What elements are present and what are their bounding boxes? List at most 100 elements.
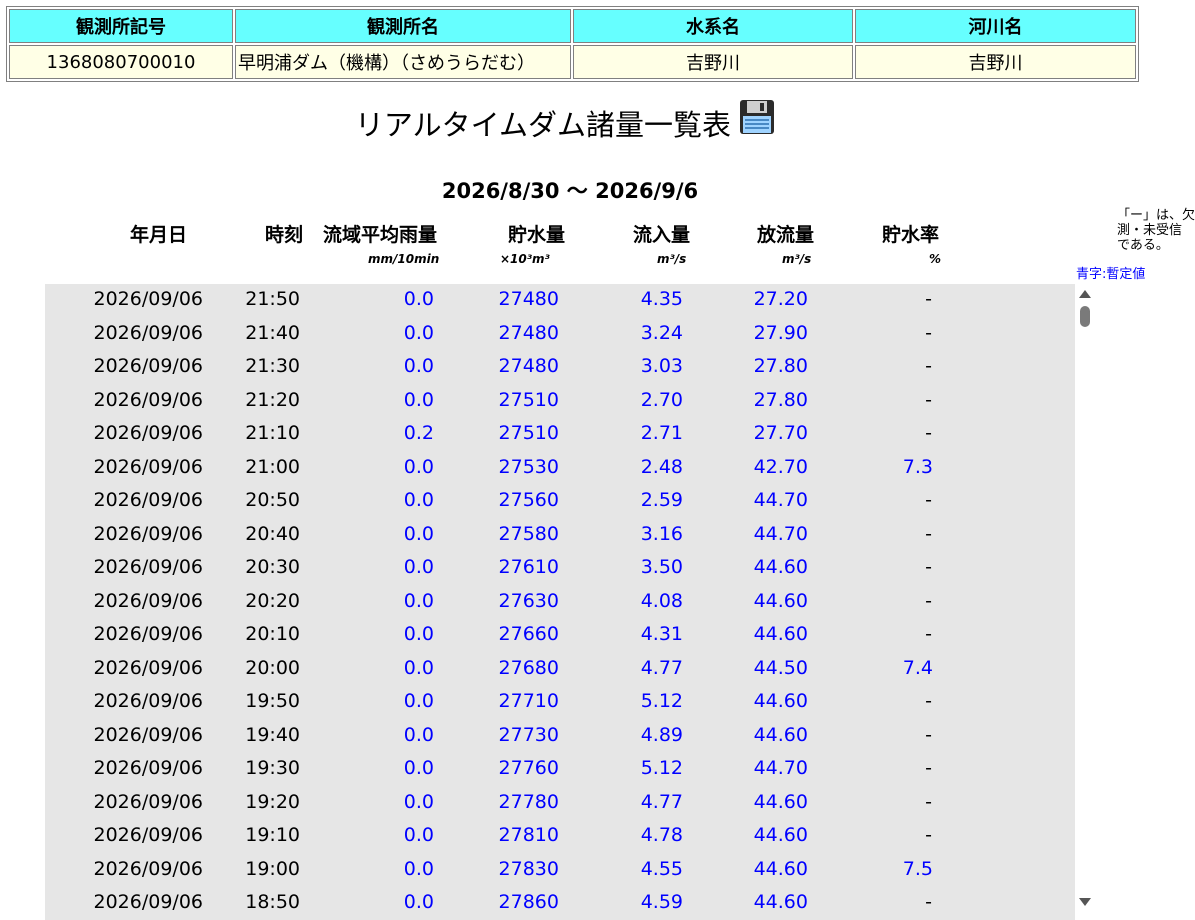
row-storage: 27760 — [498, 757, 559, 779]
row-rain: 0.0 — [403, 321, 434, 344]
row-inflow: 4.78 — [640, 824, 683, 846]
row-rate: - — [925, 891, 932, 913]
row-rate: 7.5 — [902, 857, 933, 880]
page: 観測所記号 観測所名 水系名 河川名 1368080700010 早明浦ダム（機… — [0, 0, 1195, 920]
table-row: 2026/09/06 21:30 0.0 27480 3.03 27.80 - — [45, 351, 1075, 385]
row-inflow: 3.24 — [640, 321, 683, 344]
table-row: 2026/09/06 20:30 0.0 27610 3.50 44.60 - — [45, 552, 1075, 586]
row-rate: - — [925, 321, 932, 344]
row-rain: 0.0 — [403, 690, 434, 712]
table-row: 2026/09/06 18:50 0.0 27860 4.59 44.60 - — [45, 887, 1075, 920]
row-rate: - — [925, 589, 932, 612]
row-rate: 7.3 — [902, 455, 933, 478]
table-row: 2026/09/06 20:40 0.0 27580 3.16 44.70 - — [45, 519, 1075, 553]
row-outflow: 44.70 — [753, 489, 808, 511]
row-rain: 0.0 — [403, 891, 434, 913]
col-header-time: 時刻 — [265, 224, 304, 246]
row-time: 20:30 — [245, 556, 300, 578]
row-time: 18:50 — [245, 891, 300, 913]
table-row: 2026/09/06 20:20 0.0 27630 4.08 44.60 - — [45, 586, 1075, 620]
row-inflow: 4.55 — [640, 857, 683, 880]
data-table[interactable]: 2026/09/06 21:50 0.0 27480 4.35 27.20-2026/09… — [45, 284, 1075, 920]
table-row: 2026/09/06 20:00 0.0 27680 4.77 44.50 7.4 — [45, 653, 1075, 687]
row-inflow: 4.35 — [640, 288, 683, 310]
period-range: 2026/8/30 〜 2026/9/6 — [441, 179, 699, 203]
row-time: 19:10 — [245, 824, 300, 846]
row-date: 2026/09/06 — [93, 656, 203, 679]
water-system: 吉野川 — [573, 45, 853, 79]
data-scrollbar[interactable] — [1075, 284, 1095, 920]
header-station-name: 観測所名 — [235, 9, 571, 43]
row-rate: - — [925, 556, 932, 578]
row-storage: 27560 — [498, 489, 559, 511]
row-time: 19:30 — [245, 757, 300, 779]
row-date: 2026/09/06 — [93, 790, 203, 813]
col-header-date: 年月日 — [130, 224, 188, 246]
row-rain: 0.0 — [403, 790, 434, 813]
header-water-system: 水系名 — [573, 9, 853, 43]
row-rate: - — [925, 489, 932, 511]
row-outflow: 27.80 — [753, 388, 808, 411]
row-storage: 27480 — [498, 321, 559, 344]
row-storage: 27710 — [498, 690, 559, 712]
table-row: 2026/09/06 21:40 0.0 27480 3.24 27.90 - — [45, 318, 1075, 352]
row-storage: 27810 — [498, 824, 559, 846]
row-outflow: 44.60 — [753, 589, 808, 612]
row-time: 21:50 — [245, 288, 300, 310]
station-info-table: 観測所記号 観測所名 水系名 河川名 1368080700010 早明浦ダム（機… — [6, 6, 1139, 82]
row-date: 2026/09/06 — [93, 757, 203, 779]
col-header-rain: 流域平均雨量 — [323, 224, 438, 246]
table-row: 2026/09/06 19:30 0.0 27760 5.12 44.70 - — [45, 753, 1075, 787]
row-outflow: 44.60 — [753, 690, 808, 712]
row-rain: 0.0 — [403, 388, 434, 411]
scroll-thumb[interactable] — [1080, 306, 1090, 327]
row-date: 2026/09/06 — [93, 589, 203, 612]
table-row: 2026/09/06 19:20 0.0 27780 4.77 44.60 - — [45, 787, 1075, 821]
save-disk-icon[interactable] — [739, 99, 775, 135]
table-row: 2026/09/06 19:40 0.0 27730 4.89 44.60 - — [45, 720, 1075, 754]
unit-storage: ×10³m³ — [500, 252, 550, 266]
note-line-2: 測・未受信 — [1117, 223, 1183, 238]
row-rain: 0.0 — [403, 556, 434, 578]
row-rate: - — [925, 522, 932, 545]
table-row: 2026/09/06 19:50 0.0 27710 5.12 44.60 - — [45, 686, 1075, 720]
row-outflow: 44.60 — [753, 623, 808, 645]
row-storage: 27510 — [498, 422, 559, 444]
header-river-name: 河川名 — [855, 9, 1136, 43]
scroll-down-arrow-icon[interactable] — [1079, 898, 1091, 906]
row-rate: - — [925, 355, 932, 377]
table-row: 2026/09/06 19:10 0.0 27810 4.78 44.60 - — [45, 820, 1075, 854]
row-date: 2026/09/06 — [93, 556, 203, 578]
row-time: 20:20 — [245, 589, 300, 612]
row-rain: 0.0 — [403, 757, 434, 779]
table-row: 2026/09/06 21:50 0.0 27480 4.35 27.20 - — [45, 284, 1075, 318]
row-rain: 0.0 — [403, 455, 434, 478]
scroll-up-arrow-icon[interactable] — [1079, 290, 1091, 298]
row-inflow: 4.77 — [640, 790, 683, 813]
row-time: 20:10 — [245, 623, 300, 645]
row-rain: 0.0 — [403, 288, 434, 310]
row-rain: 0.0 — [403, 355, 434, 377]
row-date: 2026/09/06 — [93, 522, 203, 545]
row-rate: - — [925, 757, 932, 779]
row-inflow: 2.71 — [640, 422, 683, 444]
row-outflow: 44.70 — [753, 757, 808, 779]
table-row: 2026/09/06 19:00 0.0 27830 4.55 44.60 7.5 — [45, 854, 1075, 888]
row-outflow: 44.60 — [753, 723, 808, 746]
row-date: 2026/09/06 — [93, 690, 203, 712]
row-date: 2026/09/06 — [93, 623, 203, 645]
row-storage: 27480 — [498, 355, 559, 377]
row-inflow: 3.03 — [640, 355, 683, 377]
unit-inflow: m³/s — [657, 252, 687, 266]
row-storage: 27510 — [498, 388, 559, 411]
row-inflow: 5.12 — [640, 690, 683, 712]
row-time: 19:20 — [245, 790, 300, 813]
row-storage: 27780 — [498, 790, 559, 813]
row-storage: 27730 — [498, 723, 559, 746]
row-outflow: 42.70 — [753, 455, 808, 478]
row-storage: 27530 — [498, 455, 559, 478]
row-date: 2026/09/06 — [93, 857, 203, 880]
row-inflow: 4.77 — [640, 656, 683, 679]
row-rain: 0.0 — [403, 623, 434, 645]
row-inflow: 4.31 — [640, 623, 683, 645]
